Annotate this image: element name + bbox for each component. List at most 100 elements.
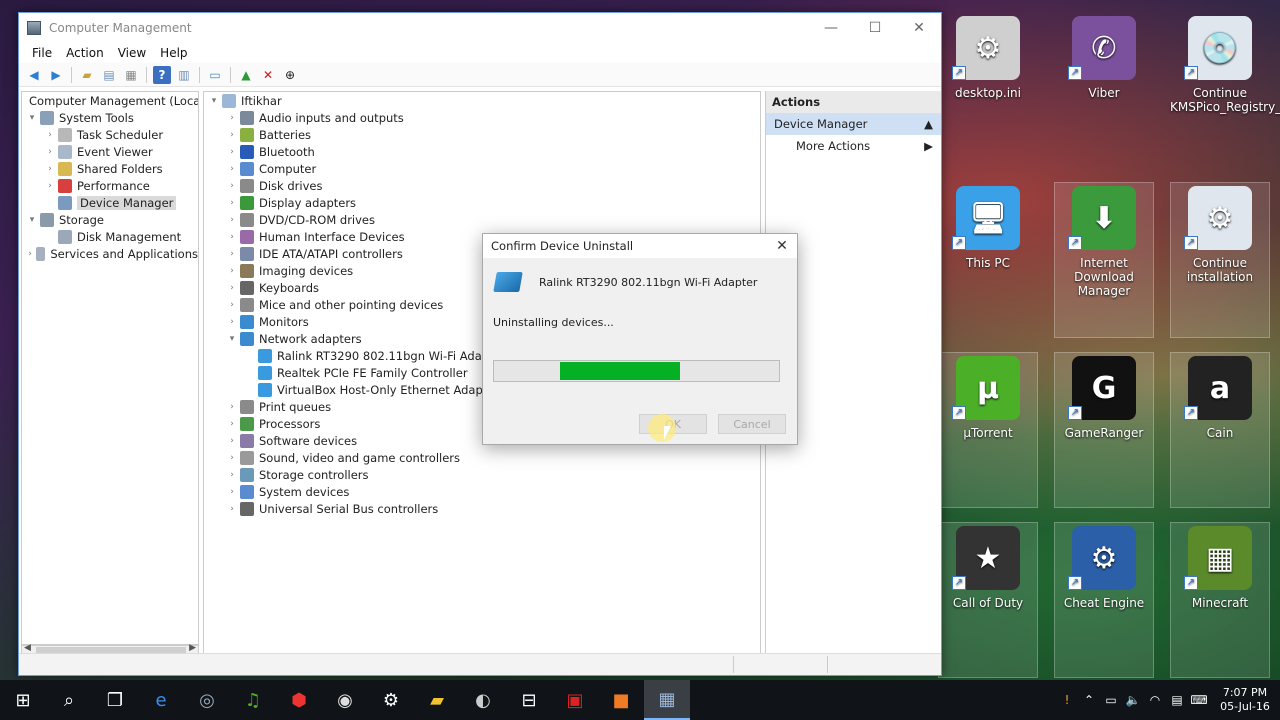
expand-arrow-icon[interactable]: › [226, 470, 238, 480]
desktop-shortcut[interactable]: µ ↗ µTorrent [938, 352, 1038, 508]
store-icon[interactable]: ⊟ [506, 680, 552, 720]
steam-icon[interactable]: ◎ [184, 680, 230, 720]
expand-arrow-icon[interactable]: › [226, 181, 238, 191]
computer-management-taskbar-icon[interactable]: ▦ [644, 680, 690, 720]
desktop-shortcut[interactable]: ⚙ ↗ Cheat Engine [1054, 522, 1154, 678]
actions-device-manager[interactable]: Device Manager ▲ [766, 113, 941, 135]
menu-view[interactable]: View [111, 46, 153, 60]
properties-icon[interactable]: ▦ [122, 66, 140, 84]
expand-arrow-icon[interactable]: › [226, 300, 238, 310]
desktop-shortcut[interactable]: 🖥 ↗ This PC [938, 186, 1038, 270]
device-category-computer[interactable]: › Computer [204, 160, 760, 177]
dialog-title-bar[interactable]: Confirm Device Uninstall ✕ [483, 234, 797, 258]
tree-item-shared-folders[interactable]: › Shared Folders [22, 160, 198, 177]
desktop-shortcut[interactable]: ⚙ ↗ Continue installation [1170, 182, 1270, 338]
expand-arrow-icon[interactable]: › [226, 147, 238, 157]
keyboard-icon[interactable]: ⌨ [1188, 693, 1210, 707]
device-category-display-adapters[interactable]: › Display adapters [204, 194, 760, 211]
expand-arrow-icon[interactable]: › [44, 147, 56, 157]
tree-item-event-viewer[interactable]: › Event Viewer [22, 143, 198, 160]
expand-arrow-icon[interactable]: › [226, 113, 238, 123]
expand-arrow-icon[interactable]: › [226, 164, 238, 174]
expand-arrow-icon[interactable]: › [226, 266, 238, 276]
update-driver-icon[interactable]: ▲ [237, 66, 255, 84]
device-tree-root[interactable]: ▾ Iftikhar [204, 92, 760, 109]
scroll-right-icon[interactable]: ▶ [189, 643, 196, 653]
expand-arrow-icon[interactable]: › [226, 198, 238, 208]
cain-taskbar-icon[interactable]: ▣ [552, 680, 598, 720]
warning-icon[interactable]: ! [1056, 693, 1078, 707]
tree-item-performance[interactable]: › Performance [22, 177, 198, 194]
expand-arrow-icon[interactable]: › [226, 504, 238, 514]
expand-arrow-icon[interactable]: › [226, 215, 238, 225]
uninstall-device-icon[interactable]: ✕ [259, 66, 277, 84]
recorder-icon[interactable]: ◐ [460, 680, 506, 720]
tree-item-storage[interactable]: ▾ Storage [22, 211, 198, 228]
tree-item-device-manager[interactable]: Device Manager [22, 194, 198, 211]
collapse-arrow-icon[interactable]: ▾ [226, 334, 238, 344]
tree-item-disk-management[interactable]: Disk Management [22, 228, 198, 245]
show-hidden-icons-chevron-icon[interactable]: ⌃ [1078, 693, 1100, 707]
volume-icon[interactable]: 🔈 [1122, 693, 1144, 707]
device-category-universal-serial-bus-controllers[interactable]: › Universal Serial Bus controllers [204, 500, 760, 517]
desktop-shortcut[interactable]: ⚙ ↗ desktop.ini [938, 16, 1038, 100]
expand-arrow-icon[interactable]: › [44, 181, 56, 191]
device-category-sound-video-and-game-controllers[interactable]: › Sound, video and game controllers [204, 449, 760, 466]
device-category-batteries[interactable]: › Batteries [204, 126, 760, 143]
edge-browser-icon[interactable]: e [138, 680, 184, 720]
settings-gear-icon[interactable]: ⚙ [368, 680, 414, 720]
expand-arrow-icon[interactable]: › [226, 402, 238, 412]
orange-app-icon[interactable]: ■ [598, 680, 644, 720]
expand-arrow-icon[interactable]: › [226, 130, 238, 140]
device-category-storage-controllers[interactable]: › Storage controllers [204, 466, 760, 483]
expand-arrow-icon[interactable]: › [226, 317, 238, 327]
dialog-close-icon[interactable]: ✕ [767, 238, 797, 254]
collapse-arrow-icon[interactable]: ▾ [26, 215, 38, 225]
expand-arrow-icon[interactable]: › [226, 249, 238, 259]
expand-arrow-icon[interactable]: › [44, 164, 56, 174]
media-player-icon[interactable]: ◉ [322, 680, 368, 720]
device-category-system-devices[interactable]: › System devices [204, 483, 760, 500]
expand-arrow-icon[interactable]: › [226, 232, 238, 242]
expand-arrow-icon[interactable]: › [226, 487, 238, 497]
wifi-icon[interactable]: ◠ [1144, 693, 1166, 707]
search-icon[interactable]: ⌕ [46, 680, 92, 720]
desktop-shortcut[interactable]: ▦ ↗ Minecraft [1170, 522, 1270, 678]
badge-13-icon[interactable]: ⬢ [276, 680, 322, 720]
tree-item-services-and-applications[interactable]: › Services and Applications [22, 245, 198, 262]
action-center-icon[interactable]: ▤ [1166, 693, 1188, 707]
camtasia-icon[interactable]: ♫ [230, 680, 276, 720]
expand-arrow-icon[interactable]: › [226, 419, 238, 429]
expand-arrow-icon[interactable]: › [26, 249, 34, 259]
cancel-button[interactable]: Cancel [718, 414, 786, 434]
desktop-shortcut[interactable]: 💿↗Continue KMSPico_Registry_P... [1170, 16, 1280, 114]
up-folder-icon[interactable]: ▰ [78, 66, 96, 84]
device-category-bluetooth[interactable]: › Bluetooth [204, 143, 760, 160]
tree-root[interactable]: Computer Management (Local [22, 92, 198, 109]
device-category-disk-drives[interactable]: › Disk drives [204, 177, 760, 194]
desktop-shortcut[interactable]: ✆ ↗ Viber [1054, 16, 1154, 100]
more-actions-item[interactable]: More Actions ▶ [766, 135, 941, 157]
scroll-left-icon[interactable]: ◀ [24, 643, 31, 653]
collapse-arrow-icon[interactable]: ▾ [26, 113, 38, 123]
desktop-shortcut[interactable]: a ↗ Cain [1170, 352, 1270, 508]
help-icon[interactable]: ? [153, 65, 171, 84]
monitor-icon[interactable]: ▭ [206, 66, 224, 84]
desktop-shortcut[interactable]: ⬇ ↗ Internet Download Manager [1054, 182, 1154, 338]
scan-hardware-icon[interactable]: ⊕ [281, 66, 299, 84]
menu-action[interactable]: Action [59, 46, 111, 60]
forward-arrow-icon[interactable]: ▶ [47, 66, 65, 84]
expand-arrow-icon[interactable]: › [44, 130, 56, 140]
tree-item-task-scheduler[interactable]: › Task Scheduler [22, 126, 198, 143]
clock[interactable]: 7:07 PM 05-Jul-16 [1210, 686, 1280, 714]
menu-help[interactable]: Help [153, 46, 194, 60]
tree-item-system-tools[interactable]: ▾ System Tools [22, 109, 198, 126]
close-button[interactable]: ✕ [897, 13, 941, 43]
title-bar[interactable]: Computer Management — ☐ ✕ [19, 13, 941, 43]
expand-arrow-icon[interactable]: › [226, 436, 238, 446]
device-category-audio-inputs-and-outputs[interactable]: › Audio inputs and outputs [204, 109, 760, 126]
file-explorer-icon[interactable]: ▰ [414, 680, 460, 720]
show-hide-tree-icon[interactable]: ▤ [100, 66, 118, 84]
expand-arrow-icon[interactable]: › [226, 283, 238, 293]
desktop-shortcut[interactable]: ★ ↗ Call of Duty [938, 522, 1038, 678]
